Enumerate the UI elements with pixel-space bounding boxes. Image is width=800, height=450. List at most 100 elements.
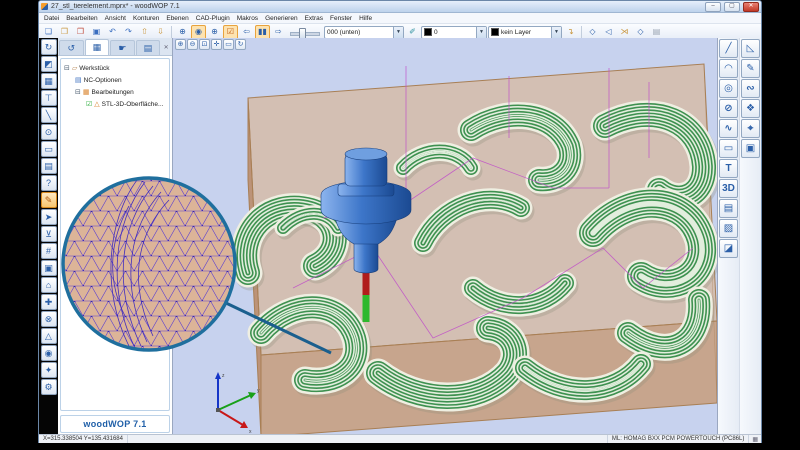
macro-tool-button[interactable]: ▦ bbox=[40, 73, 57, 89]
slider-knob[interactable] bbox=[299, 27, 306, 39]
macro-tool-button[interactable]: ? bbox=[40, 175, 57, 191]
drawing-tool-button[interactable]: ⌖ bbox=[741, 119, 760, 138]
macro-tool-button[interactable]: ⊗ bbox=[40, 311, 57, 327]
toolbar-separator bbox=[171, 26, 172, 38]
menu-item[interactable]: Fenster bbox=[330, 15, 352, 22]
chevron-down-icon[interactable]: ▼ bbox=[393, 26, 403, 38]
tree-row-bearbeitungen[interactable]: ⊟ ▦ Bearbeitungen bbox=[61, 86, 169, 98]
checkbox-checked-icon[interactable]: ☑ bbox=[86, 100, 92, 108]
tree-label[interactable]: Werkstück bbox=[79, 65, 109, 72]
color-swatch bbox=[424, 28, 432, 36]
panel-tabs: ↺ ▦ ☛ ▤ ✕ bbox=[58, 38, 172, 56]
drawing-tool-button[interactable]: ◠ bbox=[719, 59, 738, 78]
maximize-button[interactable]: ▢ bbox=[724, 1, 740, 12]
view-tool-button[interactable]: ↻ bbox=[235, 39, 246, 50]
menu-item[interactable]: Hilfe bbox=[359, 15, 372, 22]
expander-icon[interactable]: ⊟ bbox=[64, 64, 70, 72]
macro-tool-button[interactable]: ➤ bbox=[40, 209, 57, 225]
macro-tool-button[interactable]: ⌂ bbox=[40, 277, 57, 293]
viewport-3d[interactable]: ⊕ ⊖ ⊡ ✛ ▭ ↻ z y x bbox=[173, 38, 717, 435]
drawing-tool-button[interactable]: ◪ bbox=[719, 239, 738, 258]
drawing-tool-button[interactable]: ▨ bbox=[719, 219, 738, 238]
printer-icon[interactable]: ▦ bbox=[749, 436, 761, 443]
drawing-tool-button[interactable]: ◺ bbox=[741, 39, 760, 58]
menu-item[interactable]: Ebenen bbox=[166, 15, 188, 22]
macro-tool-button[interactable]: ▣ bbox=[40, 260, 57, 276]
tree-row-nc-optionen[interactable]: ▤ NC-Optionen bbox=[61, 74, 169, 86]
panel-close-icon[interactable]: ✕ bbox=[161, 41, 171, 55]
drawing-tool-button[interactable]: ⊘ bbox=[719, 99, 738, 118]
expander-icon[interactable]: ⊟ bbox=[75, 88, 81, 96]
menu-item[interactable]: Datei bbox=[44, 15, 59, 22]
chevron-down-icon[interactable]: ▼ bbox=[551, 26, 561, 38]
menu-item[interactable]: Konturen bbox=[133, 15, 159, 22]
color-combo[interactable]: 0 ▼ bbox=[421, 25, 487, 39]
project-tree: ⊟ ▱ Werkstück ▤ NC-Optionen ⊟ ▦ Bearbeit… bbox=[60, 58, 170, 411]
window-title: 27_stl_tierelement.mprx* - woodWOP 7.1 bbox=[51, 3, 180, 10]
minimize-button[interactable]: – bbox=[705, 1, 721, 12]
macro-tool-button[interactable]: ⊙ bbox=[40, 124, 57, 140]
drawing-tool-button[interactable]: ∿ bbox=[719, 119, 738, 138]
macro-tool-button[interactable]: ◉ bbox=[40, 345, 57, 361]
brand-label: woodWOP 7.1 bbox=[83, 419, 147, 429]
drawing-tool-button[interactable]: T bbox=[719, 159, 738, 178]
drawing-tool-button[interactable]: ∾ bbox=[741, 79, 760, 98]
macro-tool-button[interactable]: ◩ bbox=[40, 56, 57, 72]
workpiece-icon: ▱ bbox=[71, 65, 78, 72]
macro-tool-button[interactable]: ╲ bbox=[40, 107, 57, 123]
macro-tool-button[interactable]: ✎ bbox=[40, 192, 57, 208]
menu-bar: Datei Bearbeiten Ansicht Konturen Ebenen CAD-… bbox=[39, 13, 761, 24]
tree-row-werkstueck[interactable]: ⊟ ▱ Werkstück bbox=[61, 62, 169, 74]
drawing-tool-button[interactable]: 3D bbox=[719, 179, 738, 198]
drawing-tool-button[interactable]: ◎ bbox=[719, 79, 738, 98]
macro-tool-button[interactable]: ⊻ bbox=[40, 226, 57, 242]
simulation-speed-slider[interactable] bbox=[290, 26, 320, 39]
macro-tool-button[interactable]: ⚙ bbox=[40, 379, 57, 395]
macro-tool-button[interactable]: △ bbox=[40, 328, 57, 344]
layer-combo[interactable]: kein Layer ▼ bbox=[488, 25, 562, 39]
macro-tool-button[interactable]: ▤ bbox=[40, 158, 57, 174]
view-tool-button[interactable]: ▭ bbox=[223, 39, 234, 50]
close-button[interactable]: ✕ bbox=[743, 1, 759, 12]
tab-pick[interactable]: ☛ bbox=[110, 40, 135, 55]
view-tool-button[interactable]: ⊖ bbox=[187, 39, 198, 50]
macro-tool-button[interactable]: ↻ bbox=[40, 39, 57, 55]
tab-workpiece[interactable]: ▦ bbox=[84, 39, 110, 55]
macro-tool-button[interactable]: ✦ bbox=[40, 362, 57, 378]
menu-item[interactable]: CAD-Plugin bbox=[196, 15, 230, 22]
view-tool-button[interactable]: ✛ bbox=[211, 39, 222, 50]
drawing-tool-button[interactable]: ✎ bbox=[741, 59, 760, 78]
menu-item[interactable]: Extras bbox=[305, 15, 323, 22]
document-icon: ▤ bbox=[75, 77, 82, 84]
tree-label[interactable]: Bearbeitungen bbox=[92, 89, 134, 96]
macro-tool-button[interactable]: ✚ bbox=[40, 294, 57, 310]
brand-box: woodWOP 7.1 bbox=[60, 415, 170, 433]
tree-row-stl-surface[interactable]: ☑ △ STL-3D-Oberfläche... bbox=[61, 98, 169, 110]
machine-label: ML: HOMAG BXX PCM POWERTOUCH (PC86L) bbox=[608, 435, 750, 443]
menu-item[interactable]: Bearbeiten bbox=[66, 15, 97, 22]
stl-surface-icon: △ bbox=[94, 101, 100, 108]
macro-tool-button[interactable]: # bbox=[40, 243, 57, 259]
chevron-down-icon[interactable]: ▼ bbox=[476, 26, 486, 38]
drawing-tool-button[interactable]: ▤ bbox=[719, 199, 738, 218]
drawing-tool-button[interactable]: ▣ bbox=[741, 139, 760, 158]
drawing-tool-button[interactable]: ▭ bbox=[719, 139, 738, 158]
view-tool-button[interactable]: ⊕ bbox=[175, 39, 186, 50]
tool-tip-green bbox=[362, 295, 370, 322]
tree-label[interactable]: NC-Optionen bbox=[84, 77, 122, 84]
tree-label[interactable]: STL-3D-Oberfläche... bbox=[102, 101, 164, 108]
menu-item[interactable]: Generieren bbox=[265, 15, 298, 22]
drawing-tool-button[interactable]: ╱ bbox=[719, 39, 738, 58]
macro-tool-button[interactable]: ⊤ bbox=[40, 90, 57, 106]
cursor-coordinates: X=315.338504 Y=135.431684 bbox=[39, 435, 128, 443]
tab-list[interactable]: ▤ bbox=[135, 40, 161, 55]
view-tool-button[interactable]: ⊡ bbox=[199, 39, 210, 50]
tab-transform[interactable]: ↺ bbox=[59, 40, 84, 55]
layer-swatch bbox=[491, 28, 499, 36]
plane-combo[interactable]: 000 (unten) ▼ bbox=[324, 25, 404, 39]
menu-item[interactable]: Makros bbox=[237, 15, 258, 22]
drawing-tool-button[interactable]: ❖ bbox=[741, 99, 760, 118]
axis-z-label: z bbox=[222, 373, 225, 379]
macro-tool-button[interactable]: ▭ bbox=[40, 141, 57, 157]
menu-item[interactable]: Ansicht bbox=[105, 15, 126, 22]
